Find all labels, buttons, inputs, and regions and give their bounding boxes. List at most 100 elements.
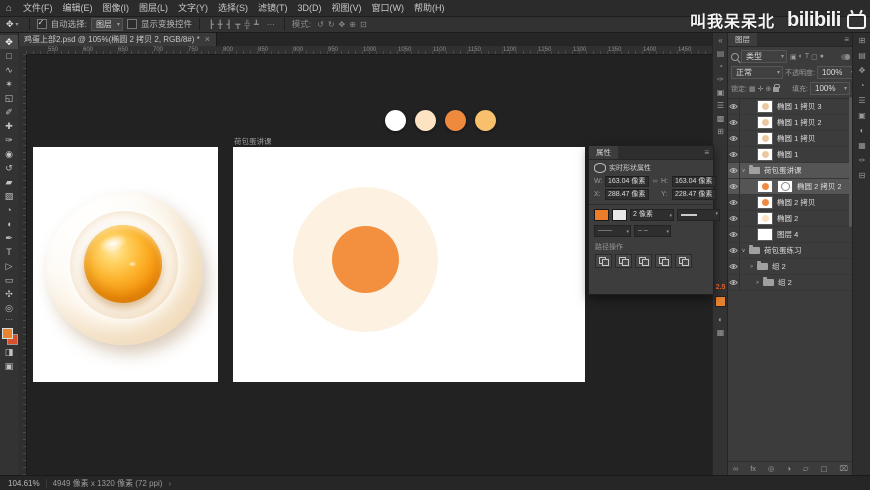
layer-name[interactable]: 椭圆 2 拷贝 <box>777 197 815 208</box>
expand-caret-icon[interactable]: > <box>754 280 761 286</box>
layer-name[interactable]: 椭圆 2 <box>777 213 798 224</box>
shape-tool[interactable]: ▭ <box>0 273 18 287</box>
menu-item[interactable]: 3D(D) <box>293 0 327 16</box>
artboard-right[interactable] <box>233 147 585 382</box>
width-field[interactable]: 163.04 像素 <box>605 176 649 187</box>
collapsed-panel-icon[interactable]: ▩ <box>713 112 728 125</box>
tab-properties[interactable]: 属性 <box>589 146 618 159</box>
more-options-icon[interactable]: ⋯ <box>265 20 277 29</box>
flat-egg-yolk[interactable] <box>332 226 399 293</box>
visibility-eye-icon[interactable] <box>728 163 740 178</box>
dock-panel-icon[interactable]: ⊞ <box>853 35 870 47</box>
layer-name[interactable]: 荷包蛋讲课 <box>764 165 802 176</box>
stroke-option-select[interactable]: —— <box>594 225 631 237</box>
layer-row[interactable]: 椭圆 1 拷贝 3 <box>728 99 853 115</box>
collapsed-panel-icon[interactable]: ▣ <box>713 86 728 99</box>
layer-row[interactable]: 图层 4 <box>728 227 853 243</box>
visibility-eye-icon[interactable] <box>728 275 740 290</box>
dock-panel-icon[interactable]: ✑ <box>853 155 870 167</box>
filter-toggle[interactable] <box>841 53 850 60</box>
layer-filter-icon[interactable]: ▢ <box>810 53 819 61</box>
dodge-tool[interactable]: ◖ <box>0 217 18 231</box>
layer-thumbnail[interactable] <box>757 212 773 225</box>
visibility-eye-icon[interactable] <box>728 195 740 210</box>
dock-panel-icon[interactable]: ◔ <box>853 80 870 92</box>
foreground-color-swatch[interactable] <box>2 328 13 339</box>
path-op-combine-icon[interactable] <box>595 254 612 268</box>
dock-panel-icon[interactable]: ◐ <box>853 125 870 137</box>
layer-filter-icon[interactable]: ● <box>819 53 825 60</box>
layer-name[interactable]: 椭圆 2 拷贝 2 <box>797 181 842 192</box>
layers-action-icon[interactable]: ▢ <box>820 464 827 473</box>
menu-item[interactable]: 窗口(W) <box>367 0 410 16</box>
layer-filter-icon[interactable]: ▣ <box>789 53 798 61</box>
align-icon[interactable]: ┳ <box>233 20 242 29</box>
collapsed-panel-icon[interactable]: « <box>713 34 728 47</box>
layer-thumbnail[interactable] <box>757 228 773 241</box>
layers-action-icon[interactable]: ⌧ <box>839 464 848 473</box>
flat-egg-white[interactable] <box>293 187 438 332</box>
layer-thumbnail[interactable] <box>757 180 773 193</box>
menu-item[interactable]: 帮助(H) <box>409 0 450 16</box>
layer-name[interactable]: 组 2 <box>772 261 786 272</box>
dock-color-swatch-icon[interactable] <box>715 296 726 307</box>
layer-thumbnail[interactable] <box>757 148 773 161</box>
history-brush-tool[interactable]: ↺ <box>0 161 18 175</box>
visibility-eye-icon[interactable] <box>728 179 740 194</box>
tab-layers[interactable]: 图层 <box>728 33 757 46</box>
menu-item[interactable]: 图像(I) <box>98 0 135 16</box>
layers-action-icon[interactable]: ◎ <box>768 464 775 473</box>
collapsed-panel-icon[interactable]: ✑ <box>713 73 728 86</box>
artboard-left[interactable] <box>33 147 218 382</box>
collapsed-panel-icon[interactable]: ▦ <box>713 326 728 339</box>
edit-toolbar-icon[interactable]: ⋯ <box>0 315 18 325</box>
menu-item[interactable]: 选择(S) <box>213 0 253 16</box>
stroke-color-swatch[interactable] <box>612 209 627 221</box>
layers-action-icon[interactable]: ∞ <box>733 464 738 473</box>
x-field[interactable]: 288.47 像素 <box>605 189 649 200</box>
layer-thumbnail[interactable] <box>757 132 773 145</box>
mode-icon[interactable]: ⊡ <box>358 20 369 29</box>
layer-row[interactable]: > 组 2 <box>728 275 853 291</box>
healing-brush-tool[interactable]: ✚ <box>0 119 18 133</box>
quick-selection-tool[interactable]: ✶ <box>0 77 18 91</box>
marquee-tool[interactable]: □ <box>0 49 18 63</box>
eyedropper-tool[interactable]: ✐ <box>0 105 18 119</box>
expand-caret-icon[interactable]: ∨ <box>740 168 747 174</box>
menu-item[interactable]: 滤镜(T) <box>253 0 293 16</box>
panel-menu-icon[interactable]: ≡ <box>700 146 713 159</box>
clone-stamp-tool[interactable]: ◉ <box>0 147 18 161</box>
layer-row[interactable]: 椭圆 1 <box>728 147 853 163</box>
lasso-tool[interactable]: ∿ <box>0 63 18 77</box>
link-dimensions-icon[interactable]: ∞ <box>651 178 659 185</box>
home-icon[interactable]: ⌂ <box>0 3 18 14</box>
path-op-intersect-icon[interactable] <box>635 254 652 268</box>
lock-option-icon[interactable]: ▦ <box>749 85 756 93</box>
brush-tool[interactable]: ✑ <box>0 133 18 147</box>
layer-row[interactable]: 椭圆 2 拷贝 2 <box>728 179 853 195</box>
collapsed-panel-icon[interactable]: ⊞ <box>713 125 728 138</box>
layer-name[interactable]: 荷包蛋练习 <box>764 245 802 256</box>
layer-name[interactable]: 椭圆 1 <box>777 149 798 160</box>
expand-caret-icon[interactable]: ∨ <box>740 248 747 254</box>
tool-preset-dropdown[interactable]: ✥ <box>3 19 22 30</box>
collapsed-panel-icon[interactable]: ☰ <box>713 99 728 112</box>
layers-action-icon[interactable]: fx <box>750 464 756 473</box>
show-transform-checkbox[interactable] <box>126 19 137 29</box>
zoom-tool[interactable]: ◎ <box>0 301 18 315</box>
screen-mode-icon[interactable]: ▣ <box>0 359 18 373</box>
layer-name[interactable]: 椭圆 1 拷贝 <box>777 133 815 144</box>
mode-icon[interactable]: ↻ <box>326 20 337 29</box>
vector-mask-thumbnail[interactable] <box>777 180 793 193</box>
layer-name[interactable]: 椭圆 1 拷贝 2 <box>777 117 822 128</box>
visibility-eye-icon[interactable] <box>728 243 740 258</box>
path-op-exclude-icon[interactable] <box>655 254 672 268</box>
align-icon[interactable]: ┫ <box>225 20 234 29</box>
visibility-eye-icon[interactable] <box>728 131 740 146</box>
layer-row[interactable]: 椭圆 1 拷贝 <box>728 131 853 147</box>
align-icon[interactable]: ┣ <box>207 20 216 29</box>
fill-select[interactable]: 100% <box>810 82 850 95</box>
artboard-label[interactable]: 荷包蛋讲课 <box>234 136 272 147</box>
y-field[interactable]: 228.47 像素 <box>672 189 716 200</box>
menu-item[interactable]: 视图(V) <box>327 0 367 16</box>
